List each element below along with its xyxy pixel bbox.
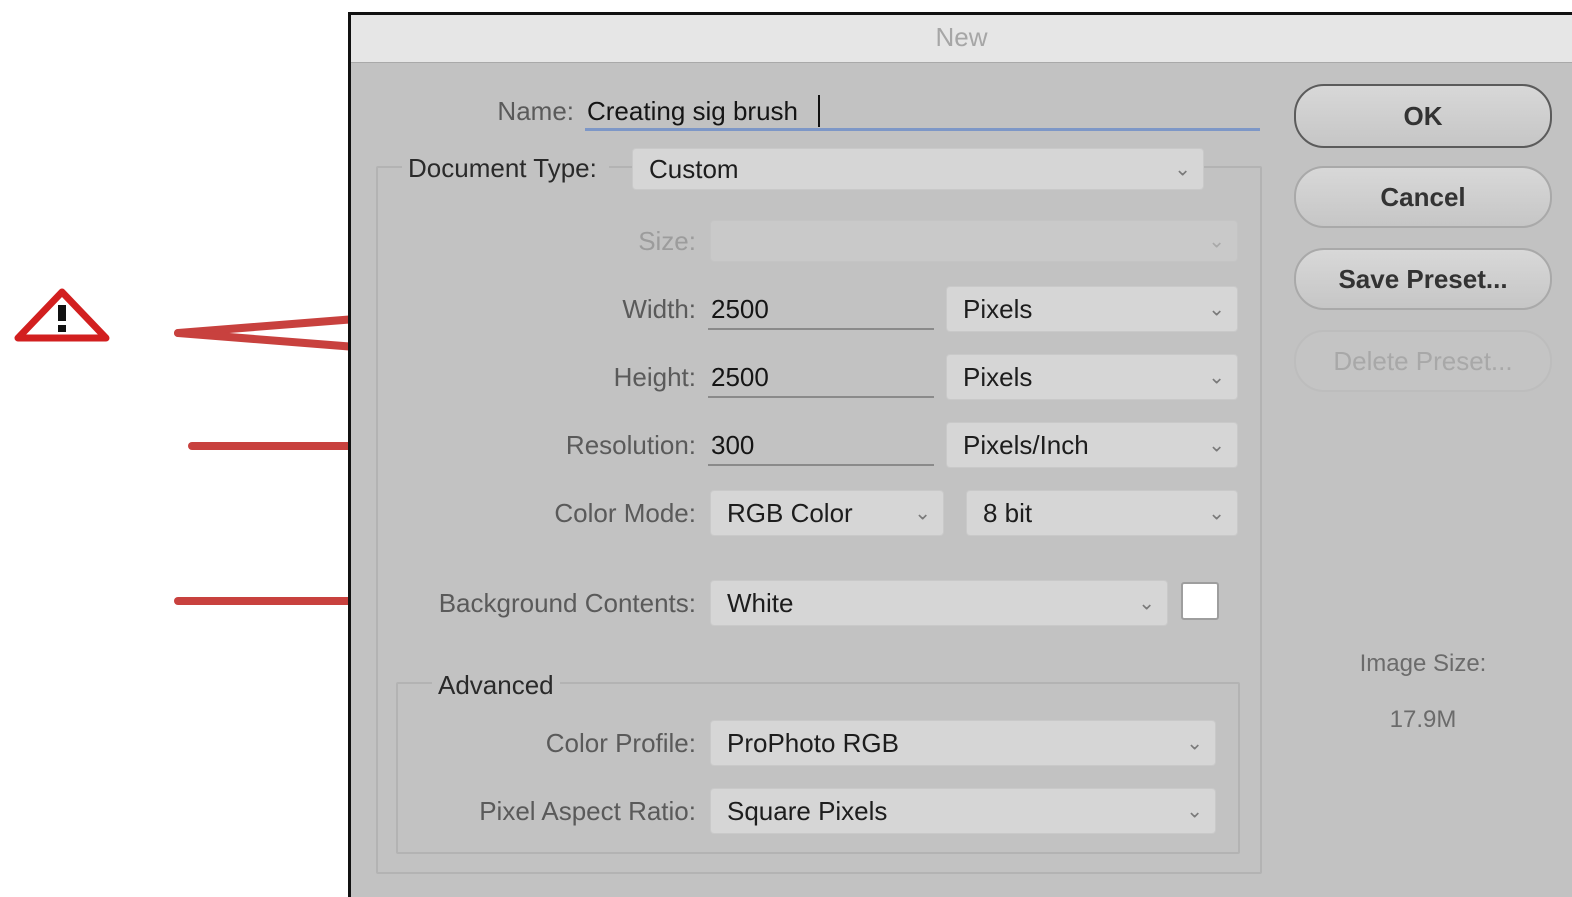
text-cursor	[818, 95, 820, 127]
pixel-aspect-ratio-value: Square Pixels	[727, 795, 888, 826]
chevron-down-icon: ⌄	[1174, 158, 1191, 181]
color-profile-value: ProPhoto RGB	[727, 727, 899, 758]
background-contents-value: White	[727, 587, 794, 618]
name-input[interactable]: Creating sig brush	[587, 96, 798, 127]
chevron-down-icon: ⌄	[1186, 732, 1203, 755]
document-type-select[interactable]: Custom ⌄	[632, 148, 1204, 190]
chevron-down-icon: ⌄	[1208, 230, 1225, 253]
chevron-down-icon: ⌄	[1208, 366, 1225, 389]
pixel-aspect-ratio-select[interactable]: Square Pixels ⌄	[710, 788, 1216, 834]
chevron-down-icon: ⌄	[1208, 298, 1225, 321]
background-contents-select[interactable]: White ⌄	[710, 580, 1168, 626]
resolution-unit-value: Pixels/Inch	[963, 429, 1089, 460]
color-profile-select[interactable]: ProPhoto RGB ⌄	[710, 720, 1216, 766]
height-unit-select[interactable]: Pixels ⌄	[946, 354, 1238, 400]
image-size-value: 17.9M	[1389, 706, 1457, 733]
background-contents-label: Background Contents:	[438, 588, 696, 618]
chevron-down-icon: ⌄	[1186, 800, 1203, 823]
resolution-unit-select[interactable]: Pixels/Inch ⌄	[946, 422, 1238, 468]
resolution-label: Resolution:	[565, 430, 696, 460]
color-profile-label: Color Profile:	[545, 728, 696, 758]
chevron-down-icon: ⌄	[914, 502, 931, 525]
name-label: Name:	[497, 96, 574, 126]
height-input-underline	[708, 396, 934, 398]
document-type-label: Document Type:	[402, 153, 609, 184]
save-preset-button[interactable]: Save Preset...	[1294, 248, 1552, 310]
pixel-aspect-ratio-label: Pixel Aspect Ratio:	[479, 796, 696, 826]
height-input[interactable]: 2500	[711, 362, 769, 393]
width-label: Width:	[622, 294, 696, 324]
color-mode-value: RGB Color	[727, 497, 853, 528]
bit-depth-select[interactable]: 8 bit ⌄	[966, 490, 1238, 536]
cancel-button[interactable]: Cancel	[1294, 166, 1552, 228]
chevron-down-icon: ⌄	[1138, 592, 1155, 615]
advanced-title: Advanced	[432, 670, 560, 701]
dialog-title: New	[935, 22, 988, 52]
color-mode-select[interactable]: RGB Color ⌄	[710, 490, 944, 536]
height-label: Height:	[613, 362, 696, 392]
background-color-swatch[interactable]	[1181, 582, 1219, 620]
size-label: Size:	[638, 226, 696, 256]
width-input[interactable]: 2500	[711, 294, 769, 325]
color-mode-label: Color Mode:	[554, 498, 696, 528]
chevron-down-icon: ⌄	[1208, 434, 1225, 457]
resolution-input[interactable]: 300	[711, 430, 754, 461]
chevron-down-icon: ⌄	[1208, 502, 1225, 525]
size-select: ⌄	[710, 220, 1238, 262]
bit-depth-value: 8 bit	[983, 497, 1033, 528]
width-unit-value: Pixels	[963, 293, 1033, 324]
width-input-underline	[708, 328, 934, 330]
delete-preset-button: Delete Preset...	[1294, 330, 1552, 392]
image-size-label: Image Size:	[1359, 650, 1487, 677]
width-unit-select[interactable]: Pixels ⌄	[946, 286, 1238, 332]
name-input-underline	[585, 128, 1260, 131]
ok-button[interactable]: OK	[1294, 84, 1552, 148]
warning-triangle-icon	[14, 288, 110, 342]
resolution-input-underline	[708, 464, 934, 466]
height-unit-value: Pixels	[963, 361, 1033, 392]
document-type-value: Custom	[649, 153, 739, 184]
